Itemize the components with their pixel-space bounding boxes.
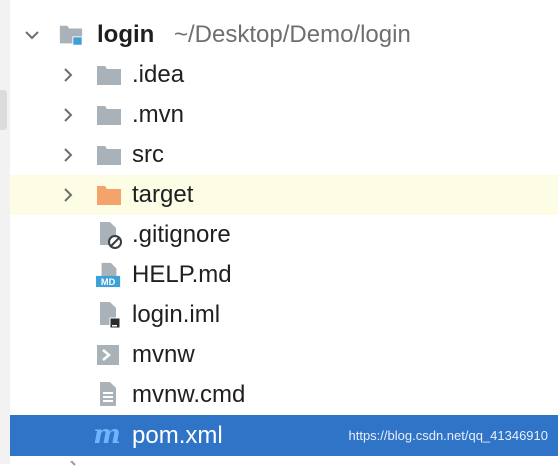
tree-item-src[interactable]: src xyxy=(10,135,558,175)
tree-item-mvnw[interactable]: mvnw xyxy=(10,335,558,375)
tree-item-label: HELP.md xyxy=(132,261,232,288)
tree-item-mvn[interactable]: .mvn xyxy=(10,95,558,135)
watermark: https://blog.csdn.net/qq_41346910 xyxy=(348,428,549,443)
markdown-file-icon: MD xyxy=(96,262,122,288)
root-label: login xyxy=(97,21,155,48)
chevron-right-icon[interactable] xyxy=(60,147,76,163)
chevron-right-icon xyxy=(68,456,78,466)
tree-item-login-iml[interactable]: login.iml xyxy=(10,295,558,335)
tree-item-label: mvnw.cmd xyxy=(132,381,246,408)
folder-icon xyxy=(96,62,122,88)
folder-icon xyxy=(96,102,122,128)
tree-item-help-md[interactable]: MD HELP.md xyxy=(10,255,558,295)
maven-icon: m xyxy=(93,420,121,450)
tree-item-label: target xyxy=(132,181,194,208)
tree-item-label: pom.xml xyxy=(132,421,223,449)
chevron-right-icon[interactable] xyxy=(60,107,76,123)
tree-item-label: login.iml xyxy=(132,301,221,328)
tree-item-gitignore[interactable]: .gitignore xyxy=(10,215,558,255)
chevron-down-icon[interactable] xyxy=(24,27,40,43)
tree-item-pom-xml[interactable]: m pom.xml https://blog.csdn.net/qq_41346… xyxy=(10,415,558,456)
tree-item-label: .mvn xyxy=(132,101,185,128)
chevron-right-icon[interactable] xyxy=(60,187,76,203)
tree-item-label: mvnw xyxy=(132,341,195,368)
tree-root-login[interactable]: login ~/Desktop/Demo/login xyxy=(10,15,558,55)
folder-icon xyxy=(96,142,122,168)
tree-item-label: .idea xyxy=(132,61,185,88)
tree-item-mvnw-cmd[interactable]: mvnw.cmd xyxy=(10,375,558,415)
chevron-right-icon[interactable] xyxy=(60,67,76,83)
shell-script-icon xyxy=(96,342,122,368)
maven-icon-glyph: m xyxy=(93,420,121,450)
tree-item-label: src xyxy=(132,141,164,168)
tree-item-target[interactable]: target xyxy=(10,175,558,215)
svg-text:MD: MD xyxy=(101,277,116,287)
tree-item-idea[interactable]: .idea xyxy=(10,55,558,95)
text-file-icon xyxy=(96,382,122,408)
excluded-folder-icon xyxy=(96,182,122,208)
tree-gutter xyxy=(0,0,10,464)
scrollbar-thumb[interactable] xyxy=(0,90,7,130)
iml-file-icon xyxy=(96,302,122,329)
module-folder-icon xyxy=(58,22,84,48)
root-path: ~/Desktop/Demo/login xyxy=(174,21,411,48)
ignored-file-icon xyxy=(96,222,122,249)
tree-item-label: .gitignore xyxy=(132,221,231,248)
